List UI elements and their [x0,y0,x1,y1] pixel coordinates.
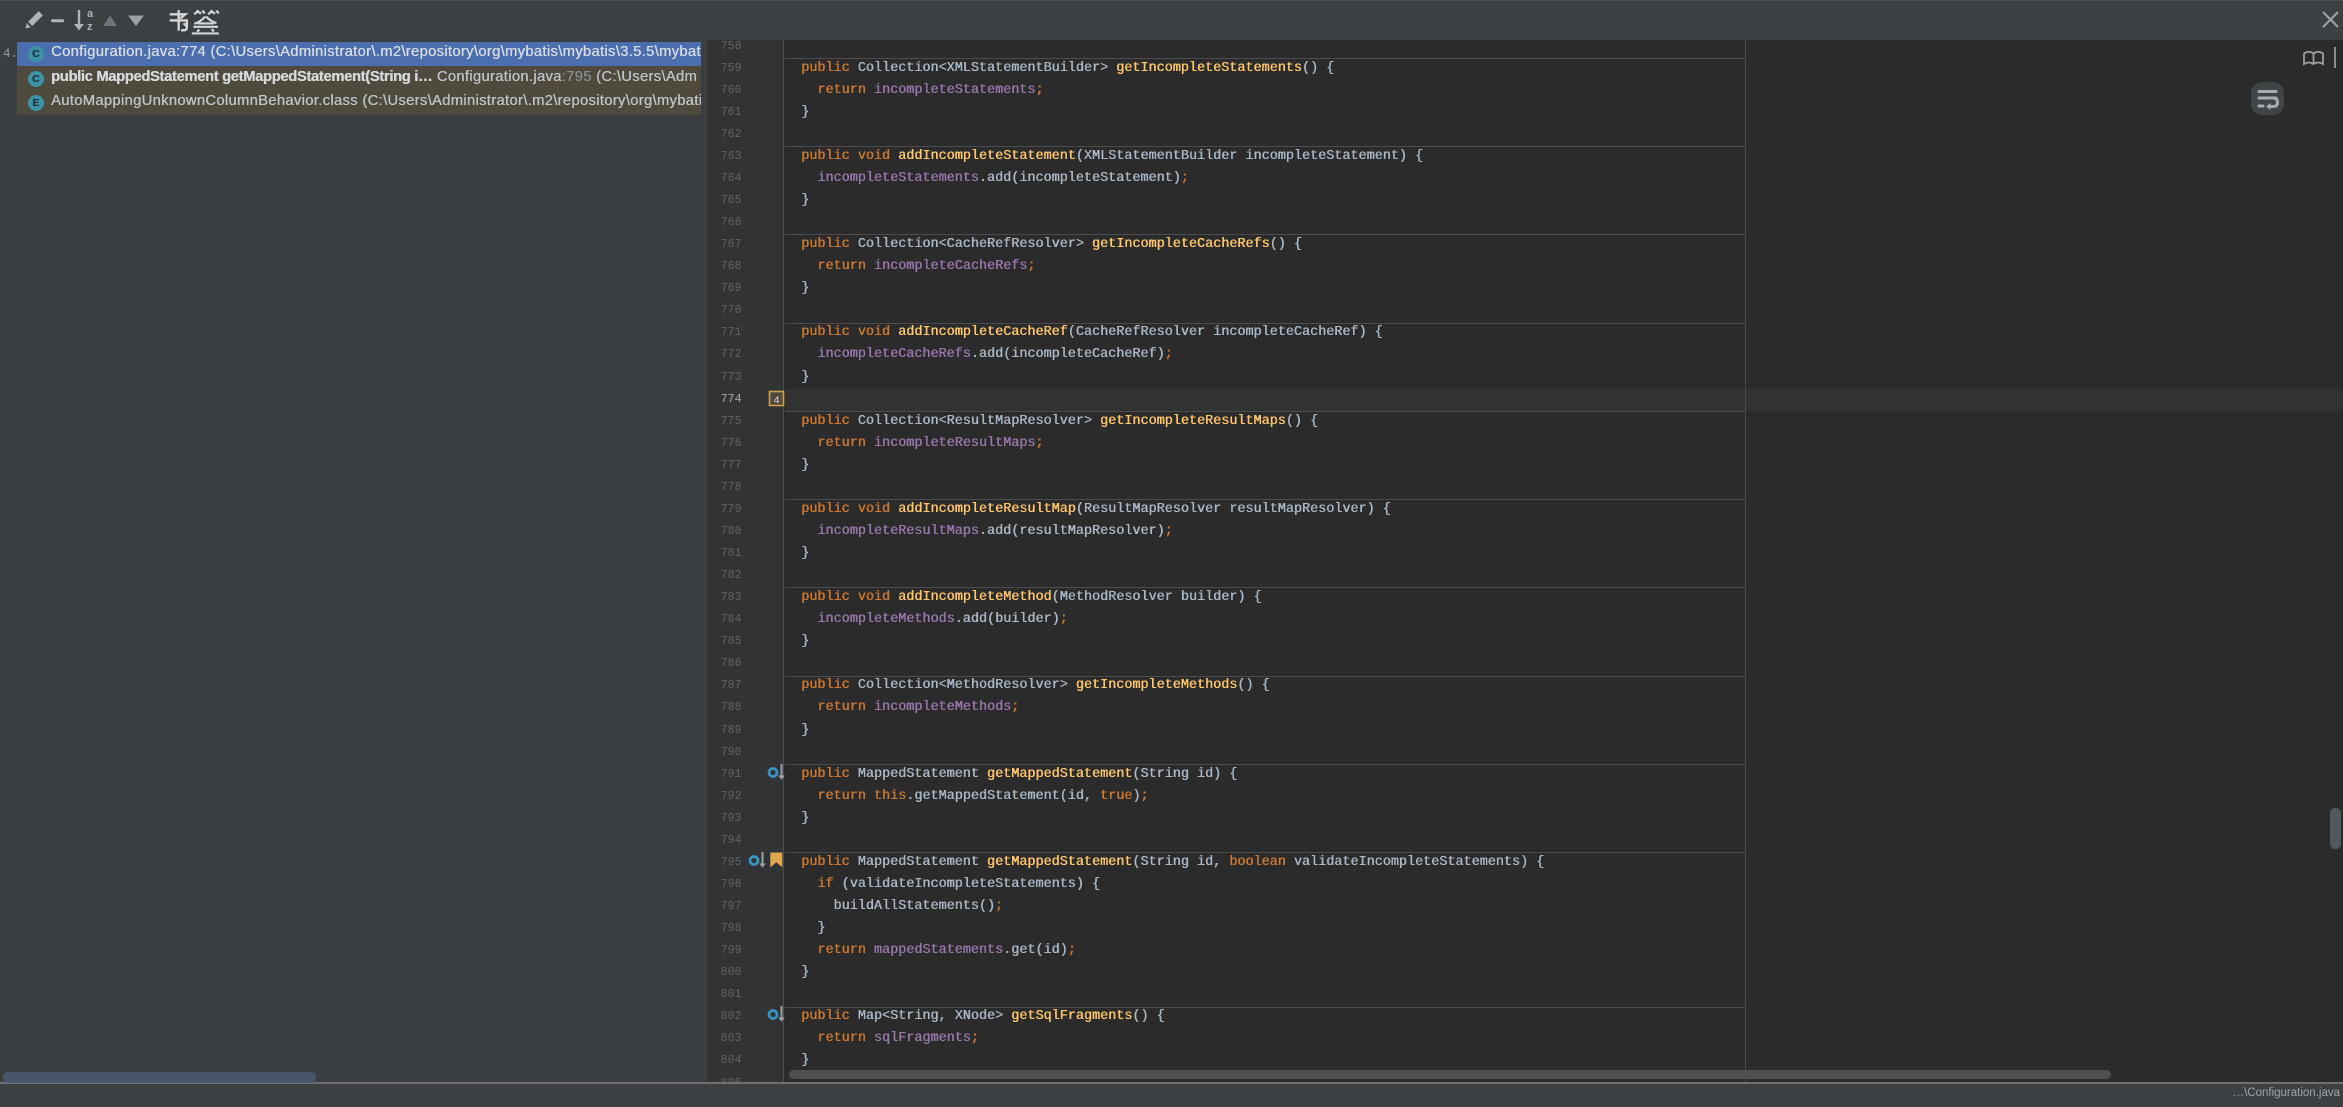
svg-text:a: a [87,8,94,20]
svg-text:z: z [87,21,93,33]
